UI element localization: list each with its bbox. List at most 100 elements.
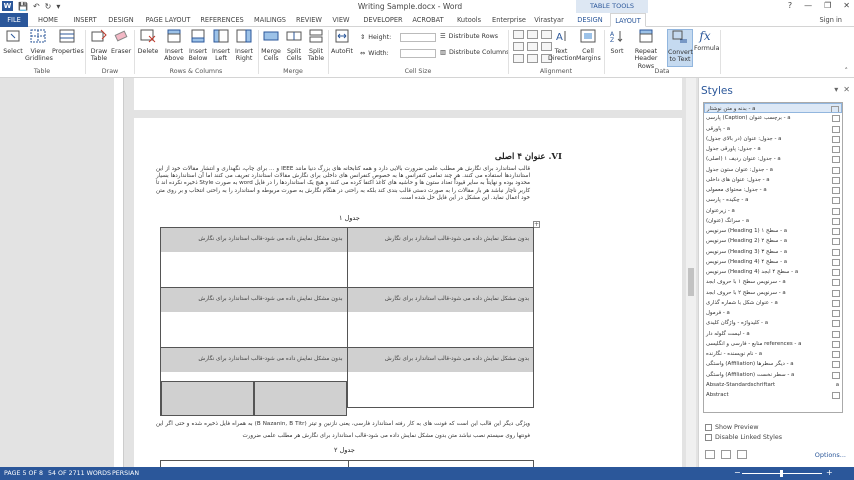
sign-in-link[interactable]: Sign in: [820, 16, 843, 24]
cell-margins-button[interactable]: Cell Margins: [576, 29, 601, 63]
zoom-in-icon[interactable]: +: [826, 468, 833, 477]
tab-review[interactable]: REVIEW: [294, 13, 324, 27]
list-item[interactable]: سرنویس سطح ۱ با حروف ابجد - a: [704, 277, 842, 288]
zoom-slider-thumb[interactable]: [780, 470, 783, 477]
word-count[interactable]: 54 OF 2711 WORDS: [48, 470, 111, 477]
tab-mailings[interactable]: MAILINGS: [252, 13, 288, 27]
tab-table-layout[interactable]: LAYOUT: [610, 13, 646, 27]
close-icon[interactable]: ✕: [843, 1, 850, 10]
table-cell[interactable]: بدون مشکل نمایش داده می شود-قالب استاندا…: [160, 227, 348, 288]
view-gridlines-button[interactable]: View Gridlines: [25, 29, 53, 63]
select-button[interactable]: Select: [3, 29, 23, 55]
list-item[interactable]: سرانگ (عنوان) - a: [704, 216, 842, 226]
tab-page-layout[interactable]: PAGE LAYOUT: [144, 13, 192, 27]
list-item[interactable]: جدول: عنوان ستون جدول - a: [704, 165, 842, 175]
properties-button[interactable]: Properties: [52, 29, 84, 55]
list-item[interactable]: واستگی (Affiliation) سطر نخست - a: [704, 370, 842, 380]
list-item[interactable]: پاورقی - a: [704, 124, 842, 134]
draw-table-button[interactable]: Draw Table: [88, 29, 110, 63]
list-item[interactable]: پارسی (Caption) برچسب عنوان - a: [704, 113, 842, 124]
minimize-icon[interactable]: —: [804, 1, 812, 10]
collapse-ribbon-icon[interactable]: ˄: [845, 67, 849, 75]
tab-kutools[interactable]: Kutools: [454, 13, 484, 27]
list-item[interactable]: لیست گلوله دار - a: [704, 329, 842, 339]
save-icon[interactable]: 💾: [18, 2, 28, 11]
checkbox-box[interactable]: [705, 434, 712, 441]
zoom-out-icon[interactable]: −: [734, 468, 741, 477]
show-preview-checkbox[interactable]: Show Preview: [705, 424, 759, 431]
list-item[interactable]: جدول: عنوان های داخلی - a: [704, 175, 842, 185]
document-table-2[interactable]: [160, 460, 534, 467]
list-item[interactable]: سرنویس (Heading 2) سطح ۲ - a: [704, 236, 842, 247]
checkbox-box[interactable]: [705, 424, 712, 431]
merge-cells-button[interactable]: Merge Cells: [260, 29, 282, 63]
style-list[interactable]: بدنه و متن نوشتار - a پارسی (Caption) بر…: [703, 102, 843, 413]
redo-icon[interactable]: ↻: [45, 2, 52, 11]
table-cell[interactable]: بدون مشکل نمایش داده می شود-قالب استاندا…: [346, 287, 534, 348]
align-center-icon[interactable]: [527, 42, 538, 51]
table-cell[interactable]: [254, 381, 347, 416]
list-item[interactable]: سرنویس سطح ۲ با حروف ابجد - a: [704, 288, 842, 298]
distribute-columns-button[interactable]: ▥ Distribute Columns: [440, 49, 509, 56]
insert-left-button[interactable]: Insert Left: [210, 29, 232, 63]
tab-virastyar[interactable]: Virastyar: [534, 13, 564, 27]
repeat-header-rows-button[interactable]: Repeat Header Rows: [628, 29, 664, 70]
restore-icon[interactable]: ❐: [824, 1, 831, 10]
insert-below-button[interactable]: Insert Below: [186, 29, 210, 63]
list-item[interactable]: جدول: عنوان (در بالای جدول) - a: [704, 134, 842, 144]
list-item[interactable]: کلیدواژه - واژگان کلیدی - a: [704, 318, 842, 329]
disable-linked-styles-checkbox[interactable]: Disable Linked Styles: [705, 434, 782, 441]
list-item[interactable]: سرنویس (Heading 4) سطح ۴ ابجد - a: [704, 267, 842, 278]
height-input[interactable]: [400, 33, 437, 42]
list-item[interactable]: سرنویس (Heading 4) سطح ۴ - a: [704, 257, 842, 267]
eraser-button[interactable]: Eraser: [111, 29, 131, 55]
distribute-rows-button[interactable]: ☰ Distribute Rows: [440, 33, 498, 40]
pane-close-icon[interactable]: ✕: [843, 85, 850, 94]
autofit-button[interactable]: AutoFit: [331, 29, 353, 55]
align-bottom-left-icon[interactable]: [513, 54, 524, 63]
list-item[interactable]: Abstract: [704, 390, 842, 401]
customize-qat-icon[interactable]: ▾: [56, 2, 60, 11]
table-cell[interactable]: بدون مشکل نمایش داده می شود-قالب استاندا…: [346, 347, 534, 408]
list-item[interactable]: عنوان شکل با شماره گذاری - a: [704, 298, 842, 308]
tab-enterprise[interactable]: Enterprise: [492, 13, 526, 27]
list-item[interactable]: نام نویسنده - نگارنده - a: [704, 349, 842, 360]
tab-table-design[interactable]: DESIGN: [574, 13, 606, 27]
new-style-icon[interactable]: [705, 450, 715, 459]
delete-button[interactable]: Delete: [137, 29, 159, 55]
split-table-button[interactable]: Split Table: [306, 29, 326, 63]
help-icon[interactable]: ?: [788, 1, 792, 10]
insert-right-button[interactable]: Insert Right: [232, 29, 256, 63]
list-item[interactable]: واستگی (Affiliation) دیگر سطرها - a: [704, 359, 842, 370]
list-item[interactable]: سرنویس (Heading 3) سطح ۳ - a: [704, 247, 842, 257]
insert-above-button[interactable]: Insert Above: [162, 29, 186, 63]
tab-references[interactable]: REFERENCES: [200, 13, 244, 27]
table-cell[interactable]: [161, 381, 254, 416]
table-cell[interactable]: بدون مشکل نمایش داده می شود-قالب استاندا…: [346, 227, 534, 288]
align-top-center-icon[interactable]: [527, 30, 538, 39]
list-item[interactable]: Absatz-Standardschriftart a: [704, 380, 842, 390]
tab-file[interactable]: FILE: [0, 13, 28, 27]
undo-icon[interactable]: ↶: [33, 2, 40, 11]
align-top-left-icon[interactable]: [513, 30, 524, 39]
list-item[interactable]: جدول: پاورقی جدول - a: [704, 144, 842, 155]
manage-styles-icon[interactable]: [737, 450, 747, 459]
style-inspector-icon[interactable]: [721, 450, 731, 459]
split-cells-button[interactable]: Split Cells: [284, 29, 304, 63]
vertical-scrollbar[interactable]: [686, 78, 696, 467]
tab-developer[interactable]: DEVELOPER: [362, 13, 404, 27]
options-link[interactable]: Options...: [815, 451, 846, 459]
list-item[interactable]: فرمول - a: [704, 308, 842, 319]
tab-home[interactable]: HOME: [34, 13, 62, 27]
sort-button[interactable]: AZ Sort: [608, 29, 626, 55]
width-input[interactable]: [399, 49, 436, 58]
document-page[interactable]: VI. عنوان ۴ اصلی قالب استاندارد برای نگا…: [134, 78, 682, 467]
pane-options-icon[interactable]: ▾: [834, 85, 838, 94]
list-item[interactable]: منابع - فارسی و انگلیسی references - a: [704, 339, 842, 349]
list-item[interactable]: جدول: محتوای معمولی - a: [704, 185, 842, 196]
align-bottom-center-icon[interactable]: [527, 54, 538, 63]
page-count[interactable]: PAGE 5 OF 8: [4, 470, 43, 477]
formula-button[interactable]: fx Formula: [694, 29, 719, 53]
tab-insert[interactable]: INSERT: [70, 13, 100, 27]
tab-design[interactable]: DESIGN: [106, 13, 136, 27]
